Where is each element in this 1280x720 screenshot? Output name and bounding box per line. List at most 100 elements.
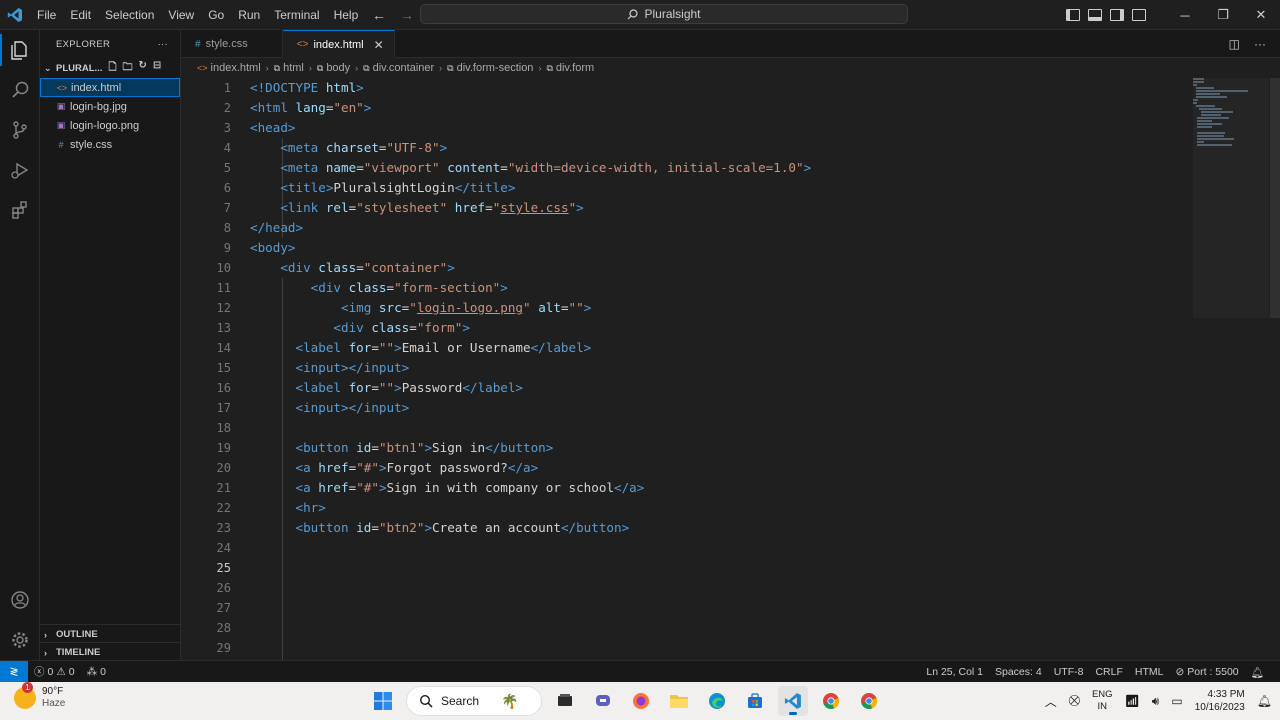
extensions-icon[interactable] [0, 190, 40, 230]
menu-view[interactable]: View [161, 0, 201, 30]
collapse-all-icon[interactable]: ⊟ [153, 60, 161, 77]
menu-run[interactable]: Run [231, 0, 267, 30]
language-mode[interactable]: HTML [1129, 666, 1170, 678]
code-token: > [363, 100, 372, 115]
code-token: > [394, 340, 402, 355]
chevron-right-icon: › [44, 629, 47, 640]
split-editor-icon[interactable]: ◫ [1229, 37, 1240, 51]
minimize-button[interactable]: ─ [1166, 0, 1204, 30]
code-line: <button id="btn1">Sign in</button> [250, 438, 811, 458]
new-folder-icon[interactable]: 🗀 [123, 60, 133, 77]
vertical-scrollbar[interactable] [1270, 78, 1280, 318]
battery-icon[interactable]: ▭ [1171, 694, 1182, 708]
customize-layout-icon[interactable] [1132, 9, 1146, 21]
taskbar-search[interactable]: Search 🌴 [406, 686, 542, 716]
problems-indicator[interactable]: ⓧ 0 ⚠ 0 [28, 664, 81, 679]
notifications-bell-icon[interactable]: 🔔︎ [1245, 666, 1270, 679]
tab-label: style.css [205, 38, 248, 50]
file-item[interactable]: ▣ login-logo.png [40, 116, 180, 135]
menu-go[interactable]: Go [201, 0, 231, 30]
menu-edit[interactable]: Edit [63, 0, 98, 30]
file-item[interactable]: # style.css [40, 135, 180, 154]
file-explorer-icon[interactable] [664, 686, 694, 716]
volume-icon[interactable]: 🔊︎ [1152, 694, 1160, 709]
menu-selection[interactable]: Selection [98, 0, 161, 30]
task-view-icon[interactable] [550, 686, 580, 716]
encoding[interactable]: UTF-8 [1048, 666, 1090, 678]
ports-indicator[interactable]: ⁂ 0 [81, 666, 112, 678]
weather-widget[interactable]: 1 90°F Haze [14, 682, 66, 710]
vscode-taskbar-icon[interactable] [778, 686, 808, 716]
breadcrumb-item[interactable]: div.container [373, 62, 435, 74]
workspace-folder[interactable]: ⌄ PLURAL... 🗋 🗀 ↻ ⊟ [40, 58, 180, 78]
code-token: > [462, 320, 470, 335]
tab-index-html[interactable]: <> index.html ✕ [282, 30, 395, 58]
forward-arrow-icon[interactable]: → [400, 7, 414, 23]
manage-gear-icon[interactable] [0, 620, 40, 660]
cursor-position[interactable]: Ln 25, Col 1 [920, 666, 989, 678]
run-debug-icon[interactable] [0, 150, 40, 190]
account-icon[interactable] [0, 580, 40, 620]
firefox-icon[interactable] [626, 686, 656, 716]
menu-terminal[interactable]: Terminal [267, 0, 326, 30]
clock[interactable]: 4:33 PM 10/16/2023 [1195, 688, 1245, 714]
menu-help[interactable]: Help [327, 0, 366, 30]
remote-indicator-icon[interactable]: ≷ [0, 660, 28, 683]
refresh-icon[interactable]: ↻ [139, 60, 147, 77]
code-line: <div class="container"> [250, 258, 811, 278]
breadcrumb-item[interactable]: div.form-section [457, 62, 534, 74]
more-actions-icon[interactable]: ··· [158, 39, 168, 50]
minimap[interactable] [1193, 78, 1263, 146]
breadcrumb-item[interactable]: body [326, 62, 350, 74]
input-language[interactable]: ENG IN [1092, 689, 1113, 713]
more-actions-icon[interactable]: ··· [1254, 37, 1266, 51]
teams-chat-icon[interactable] [588, 686, 618, 716]
code-token: src [378, 300, 402, 315]
tab-style-css[interactable]: # style.css [181, 30, 283, 58]
file-name: index.html [71, 81, 122, 94]
menu-file[interactable]: File [30, 0, 63, 30]
command-center-search[interactable]: Pluralsight [420, 4, 908, 24]
close-window-button[interactable]: ✕ [1242, 0, 1280, 30]
search-icon[interactable] [0, 70, 40, 110]
file-item[interactable]: <> index.html [40, 78, 180, 97]
weather-desc: Haze [42, 698, 66, 709]
breadcrumb-item[interactable]: div.form [556, 62, 594, 74]
breadcrumb-item[interactable]: index.html [211, 62, 261, 74]
breadcrumb-item[interactable]: html [283, 62, 304, 74]
wifi-icon[interactable]: 📶︎ [1125, 694, 1140, 708]
file-item[interactable]: ▣ login-bg.jpg [40, 97, 180, 116]
toggle-panel-icon[interactable] [1088, 9, 1102, 21]
microsoft-store-icon[interactable] [740, 686, 770, 716]
toggle-primary-sidebar-icon[interactable] [1066, 9, 1080, 21]
live-server-port[interactable]: ⊘ Port : 5500 [1169, 666, 1244, 678]
chrome-profile-icon[interactable] [854, 686, 884, 716]
start-windows-icon[interactable] [368, 686, 398, 716]
source-control-icon[interactable] [0, 110, 40, 150]
chrome-icon[interactable] [816, 686, 846, 716]
edge-browser-icon[interactable] [702, 686, 732, 716]
code-token: </title> [454, 180, 516, 195]
close-tab-icon[interactable]: ✕ [374, 38, 384, 52]
explorer-icon[interactable] [0, 30, 40, 70]
folder-name: PLURAL... [56, 62, 103, 74]
back-arrow-icon[interactable]: ← [372, 7, 386, 23]
code-editor[interactable]: 1 2 3 4 5 6 7 8 9 10 11 12 13 14 15 16 17 18 19 20 21 22 23 24 2… [181, 78, 1280, 660]
notification-center-icon[interactable]: 🔔︎ [1257, 694, 1272, 708]
maximize-button[interactable]: ❐ [1204, 0, 1242, 30]
end-of-line[interactable]: CRLF [1089, 666, 1128, 678]
network-status-icon[interactable]: ⛒ [1069, 695, 1080, 708]
toggle-secondary-sidebar-icon[interactable] [1110, 9, 1124, 21]
show-hidden-icons-chevron-up-icon[interactable]: ︿ [1045, 693, 1057, 710]
outline-section[interactable]: › OUTLINE [40, 624, 181, 644]
new-file-icon[interactable]: 🗋 [108, 60, 116, 77]
minimap-line [1197, 126, 1212, 128]
search-icon [419, 694, 433, 708]
timeline-section[interactable]: › TIMELINE [40, 642, 181, 662]
indentation[interactable]: Spaces: 4 [989, 666, 1048, 678]
